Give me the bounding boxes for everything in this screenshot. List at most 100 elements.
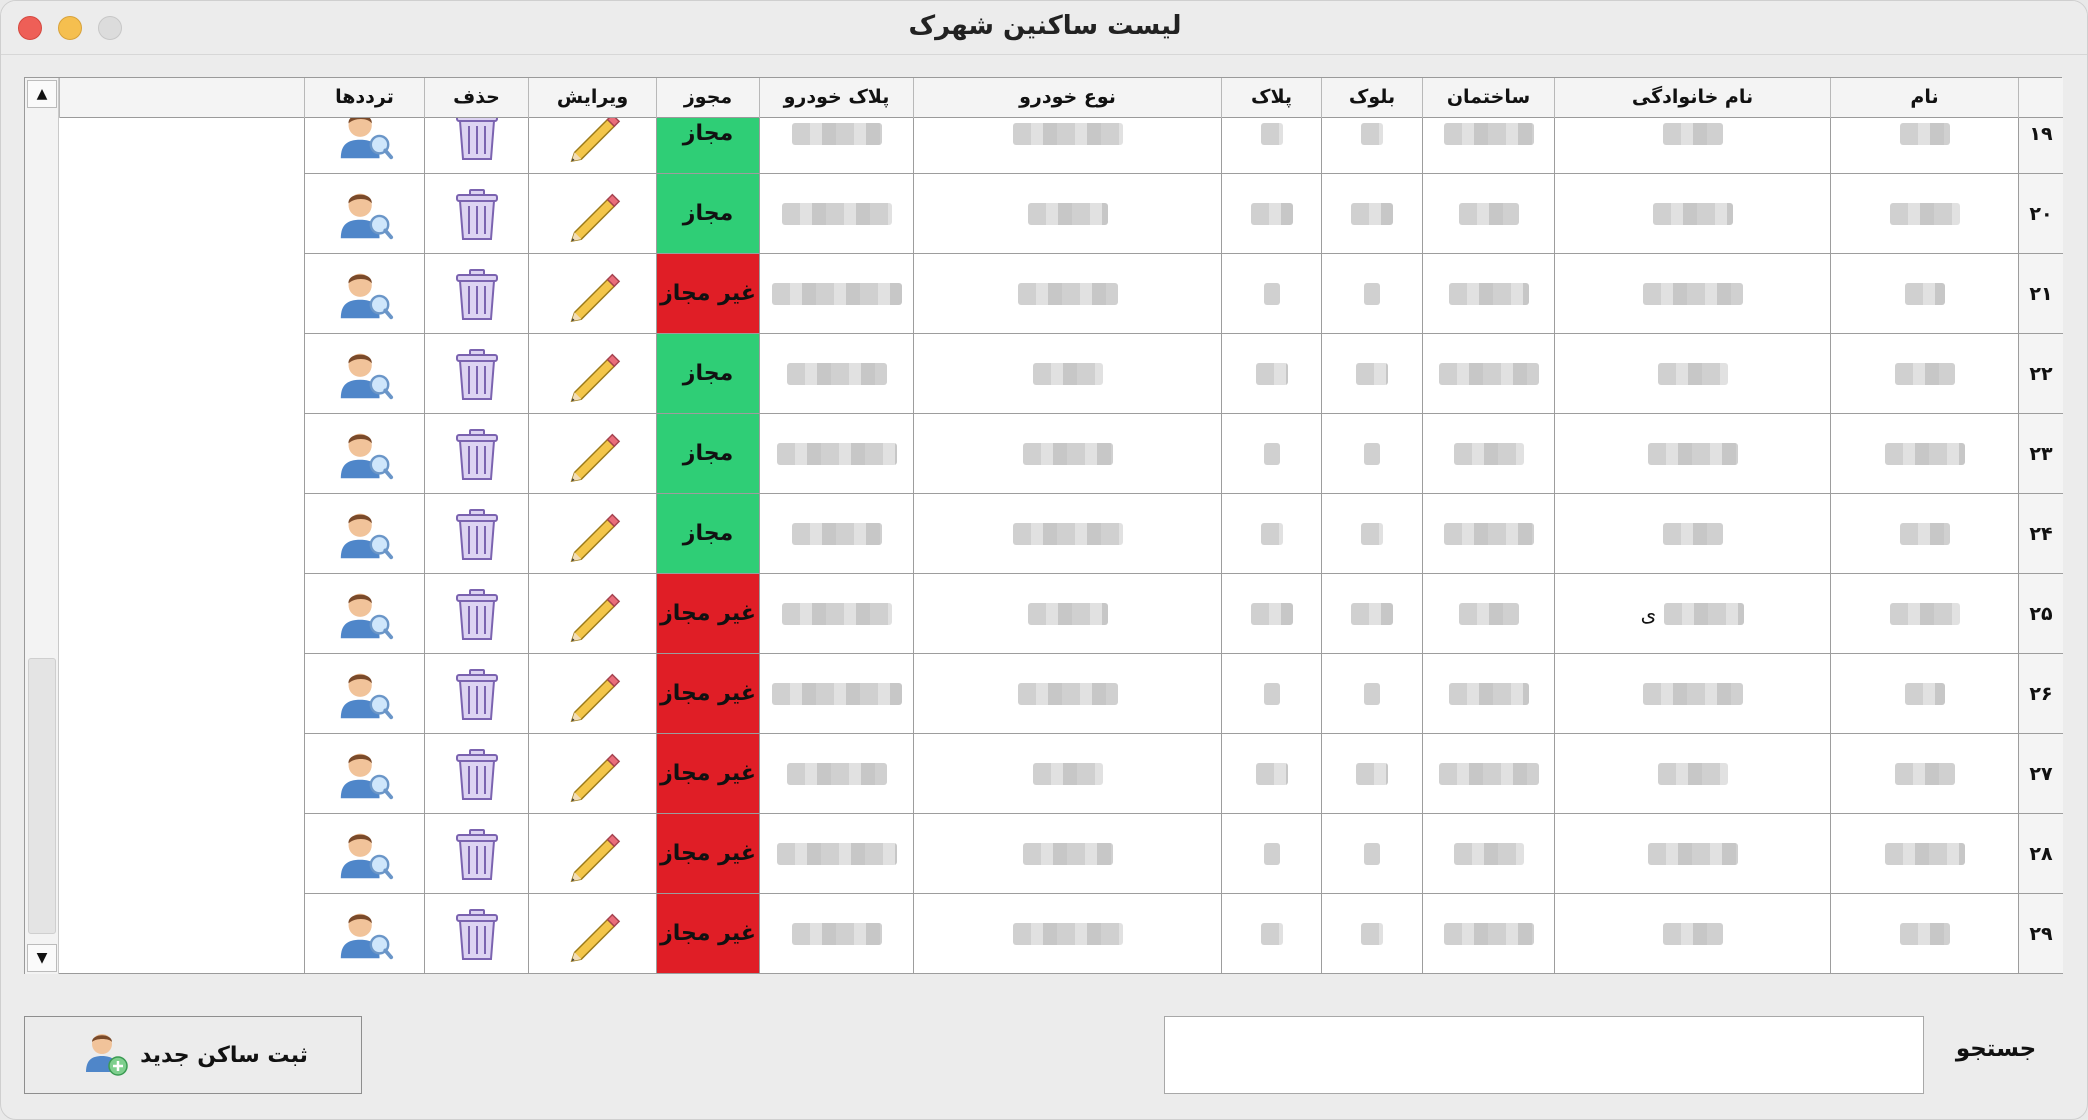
header-name[interactable]: نام	[1830, 78, 2018, 118]
building-cell	[1422, 174, 1554, 254]
block-cell	[1321, 494, 1422, 574]
permit-status: غیر مجاز	[656, 254, 759, 334]
header-car-plate[interactable]: پلاک خودرو	[759, 78, 913, 118]
building-cell	[1422, 254, 1554, 334]
cartype-cell	[913, 118, 1221, 174]
family-cell	[1554, 814, 1830, 894]
user-add-icon	[78, 1026, 130, 1084]
redacted-value	[771, 282, 902, 305]
name-cell	[1830, 574, 2018, 654]
scroll-thumb[interactable]	[28, 658, 56, 934]
pencil-icon[interactable]	[563, 264, 623, 324]
search-input[interactable]	[1164, 1016, 1924, 1094]
edit-cell	[528, 734, 656, 814]
family-cell	[1554, 414, 1830, 494]
pencil-icon[interactable]	[563, 904, 623, 964]
permit-status: مجاز	[656, 414, 759, 494]
user-search-icon[interactable]	[335, 504, 395, 564]
header-family[interactable]: نام خانوادگی	[1554, 78, 1830, 118]
header-plate[interactable]: پلاک	[1221, 78, 1321, 118]
redacted-value	[1364, 842, 1380, 865]
carplate-cell	[759, 254, 913, 334]
user-search-icon[interactable]	[335, 264, 395, 324]
header-building[interactable]: ساختمان	[1422, 78, 1554, 118]
user-search-icon[interactable]	[335, 344, 395, 404]
redacted-value	[1448, 682, 1529, 705]
family-cell	[1554, 894, 1830, 974]
pencil-icon[interactable]	[563, 184, 623, 244]
scroll-up-button[interactable]: ▲	[27, 80, 57, 108]
pencil-icon[interactable]	[563, 424, 623, 484]
redacted-value	[1443, 922, 1534, 945]
trash-icon[interactable]	[447, 504, 507, 564]
redacted-value	[791, 522, 882, 545]
family-cell	[1554, 654, 1830, 734]
trash-icon[interactable]	[447, 584, 507, 644]
redacted-value	[1260, 522, 1283, 545]
cartype-cell	[913, 494, 1221, 574]
cartype-cell	[913, 574, 1221, 654]
add-resident-button[interactable]: ثبت ساکن جدید	[24, 1016, 362, 1094]
building-cell	[1422, 334, 1554, 414]
table-row: غیر مجاز ۲۹	[59, 894, 2063, 974]
redacted-value	[1642, 682, 1743, 705]
redacted-value	[1012, 522, 1123, 545]
redacted-value	[781, 602, 892, 625]
redacted-value	[1012, 922, 1123, 945]
user-search-icon[interactable]	[335, 744, 395, 804]
redacted-value	[1263, 442, 1280, 465]
redacted-value	[1904, 282, 1945, 305]
trash-icon[interactable]	[447, 264, 507, 324]
pencil-icon[interactable]	[563, 584, 623, 644]
block-cell	[1321, 574, 1422, 654]
carplate-cell	[759, 494, 913, 574]
permit-status: مجاز	[656, 334, 759, 414]
pencil-icon[interactable]	[563, 344, 623, 404]
trash-icon[interactable]	[447, 118, 507, 164]
carplate-cell	[759, 814, 913, 894]
trash-icon[interactable]	[447, 824, 507, 884]
vertical-scrollbar[interactable]: ▲ ▼	[25, 78, 59, 974]
redacted-value	[1263, 842, 1280, 865]
header-block[interactable]: بلوک	[1321, 78, 1422, 118]
user-search-icon[interactable]	[335, 584, 395, 644]
user-search-icon[interactable]	[335, 184, 395, 244]
trash-icon[interactable]	[447, 184, 507, 244]
plate-cell	[1221, 494, 1321, 574]
delete-cell	[424, 814, 528, 894]
carplate-cell	[759, 334, 913, 414]
pencil-icon[interactable]	[563, 824, 623, 884]
header-traffic[interactable]: ترددها	[304, 78, 424, 118]
user-search-icon[interactable]	[335, 424, 395, 484]
trash-icon[interactable]	[447, 664, 507, 724]
trash-icon[interactable]	[447, 904, 507, 964]
table-body: مجاز ۱۹ مجاز ۲۰ غیر مجاز ۲۱ مجاز ۲۲ مجاز ۲۳ مجاز ۲۴…	[59, 118, 2063, 974]
header-permit[interactable]: مجوز	[656, 78, 759, 118]
pencil-icon[interactable]	[563, 504, 623, 564]
pencil-icon[interactable]	[563, 744, 623, 804]
redacted-value	[1364, 442, 1380, 465]
plate-cell	[1221, 814, 1321, 894]
scroll-down-button[interactable]: ▼	[27, 944, 57, 972]
traffic-cell	[304, 118, 424, 174]
family-cell	[1554, 734, 1830, 814]
user-search-icon[interactable]	[335, 118, 395, 164]
add-resident-label: ثبت ساکن جدید	[140, 1042, 308, 1068]
delete-cell	[424, 494, 528, 574]
trash-icon[interactable]	[447, 344, 507, 404]
window-title: لیست ساکنین شهرک	[908, 11, 1182, 41]
pencil-icon[interactable]	[563, 664, 623, 724]
header-edit[interactable]: ویرایش	[528, 78, 656, 118]
user-search-icon[interactable]	[335, 904, 395, 964]
user-search-icon[interactable]	[335, 824, 395, 884]
trash-icon[interactable]	[447, 744, 507, 804]
redacted-value	[1032, 362, 1103, 385]
user-search-icon[interactable]	[335, 664, 395, 724]
table-row: غیر مجاز ی ۲۵	[59, 574, 2063, 654]
header-car-type[interactable]: نوع خودرو	[913, 78, 1221, 118]
permit-status: غیر مجاز	[656, 814, 759, 894]
pencil-icon[interactable]	[563, 118, 623, 164]
redacted-value	[786, 362, 887, 385]
header-delete[interactable]: حذف	[424, 78, 528, 118]
trash-icon[interactable]	[447, 424, 507, 484]
